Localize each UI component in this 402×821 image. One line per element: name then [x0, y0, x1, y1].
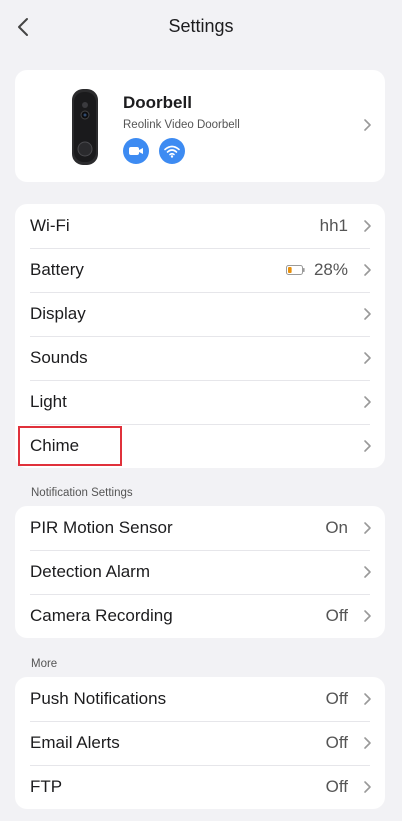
- chevron-right-icon: [364, 264, 371, 276]
- sounds-row[interactable]: Sounds: [15, 336, 385, 380]
- battery-icon: [286, 265, 305, 275]
- chevron-right-icon: [364, 693, 371, 705]
- row-label: Push Notifications: [30, 689, 167, 708]
- row-value: hh1: [319, 216, 348, 235]
- row-value: On: [325, 518, 348, 537]
- row-value: Off: [325, 689, 348, 708]
- notification-settings-group: PIR Motion Sensor On Detection Alarm Cam…: [15, 506, 385, 638]
- chevron-right-icon: [364, 308, 371, 320]
- chevron-right-icon: [364, 781, 371, 793]
- row-label: Wi-Fi: [30, 216, 70, 235]
- device-name: Doorbell: [123, 93, 192, 112]
- row-label: Camera Recording: [30, 606, 173, 625]
- chevron-right-icon: [364, 566, 371, 578]
- row-value: 28%: [313, 260, 348, 279]
- row-label: Sounds: [30, 348, 88, 367]
- device-model: Reolink Video Doorbell: [123, 119, 240, 131]
- camera-badge: [123, 138, 149, 164]
- chime-highlight-annotation: [18, 426, 122, 466]
- row-value: Off: [325, 606, 348, 625]
- camera-recording-row[interactable]: Camera Recording Off: [15, 594, 385, 638]
- doorbell-device-image: [72, 89, 98, 165]
- chevron-right-icon: [364, 119, 371, 131]
- more-settings-group: Push Notifications Off Email Alerts Off …: [15, 677, 385, 809]
- page-title: Settings: [168, 16, 234, 36]
- pir-motion-sensor-row[interactable]: PIR Motion Sensor On: [15, 506, 385, 550]
- detection-alarm-row[interactable]: Detection Alarm: [15, 550, 385, 594]
- wifi-badge: [159, 138, 185, 164]
- light-row[interactable]: Light: [15, 380, 385, 424]
- wifi-icon: [164, 145, 180, 158]
- device-card[interactable]: Doorbell Reolink Video Doorbell: [15, 70, 385, 182]
- row-label: PIR Motion Sensor: [30, 518, 173, 537]
- row-label: Email Alerts: [30, 733, 120, 752]
- row-label: Light: [30, 392, 67, 411]
- chevron-right-icon: [364, 440, 371, 452]
- display-row[interactable]: Display: [15, 292, 385, 336]
- push-notifications-row[interactable]: Push Notifications Off: [15, 677, 385, 721]
- row-label: Detection Alarm: [30, 562, 150, 581]
- row-label: FTP: [30, 777, 63, 796]
- row-value: Off: [325, 777, 348, 796]
- wifi-row[interactable]: Wi-Fi hh1: [15, 204, 385, 248]
- row-value: Off: [325, 733, 348, 752]
- row-label: Display: [30, 304, 86, 323]
- chevron-right-icon: [364, 352, 371, 364]
- chevron-right-icon: [364, 737, 371, 749]
- section-label-notification: Notification Settings: [31, 487, 133, 499]
- chevron-right-icon: [364, 610, 371, 622]
- chevron-right-icon: [364, 396, 371, 408]
- row-label: Battery: [30, 260, 84, 279]
- battery-row[interactable]: Battery 28%: [15, 248, 385, 292]
- top-bar: Settings: [0, 0, 402, 54]
- email-alerts-row[interactable]: Email Alerts Off: [15, 721, 385, 765]
- chevron-right-icon: [364, 220, 371, 232]
- camera-icon: [129, 147, 143, 155]
- ftp-row[interactable]: FTP Off: [15, 765, 385, 809]
- section-label-more: More: [31, 658, 58, 670]
- chevron-right-icon: [364, 522, 371, 534]
